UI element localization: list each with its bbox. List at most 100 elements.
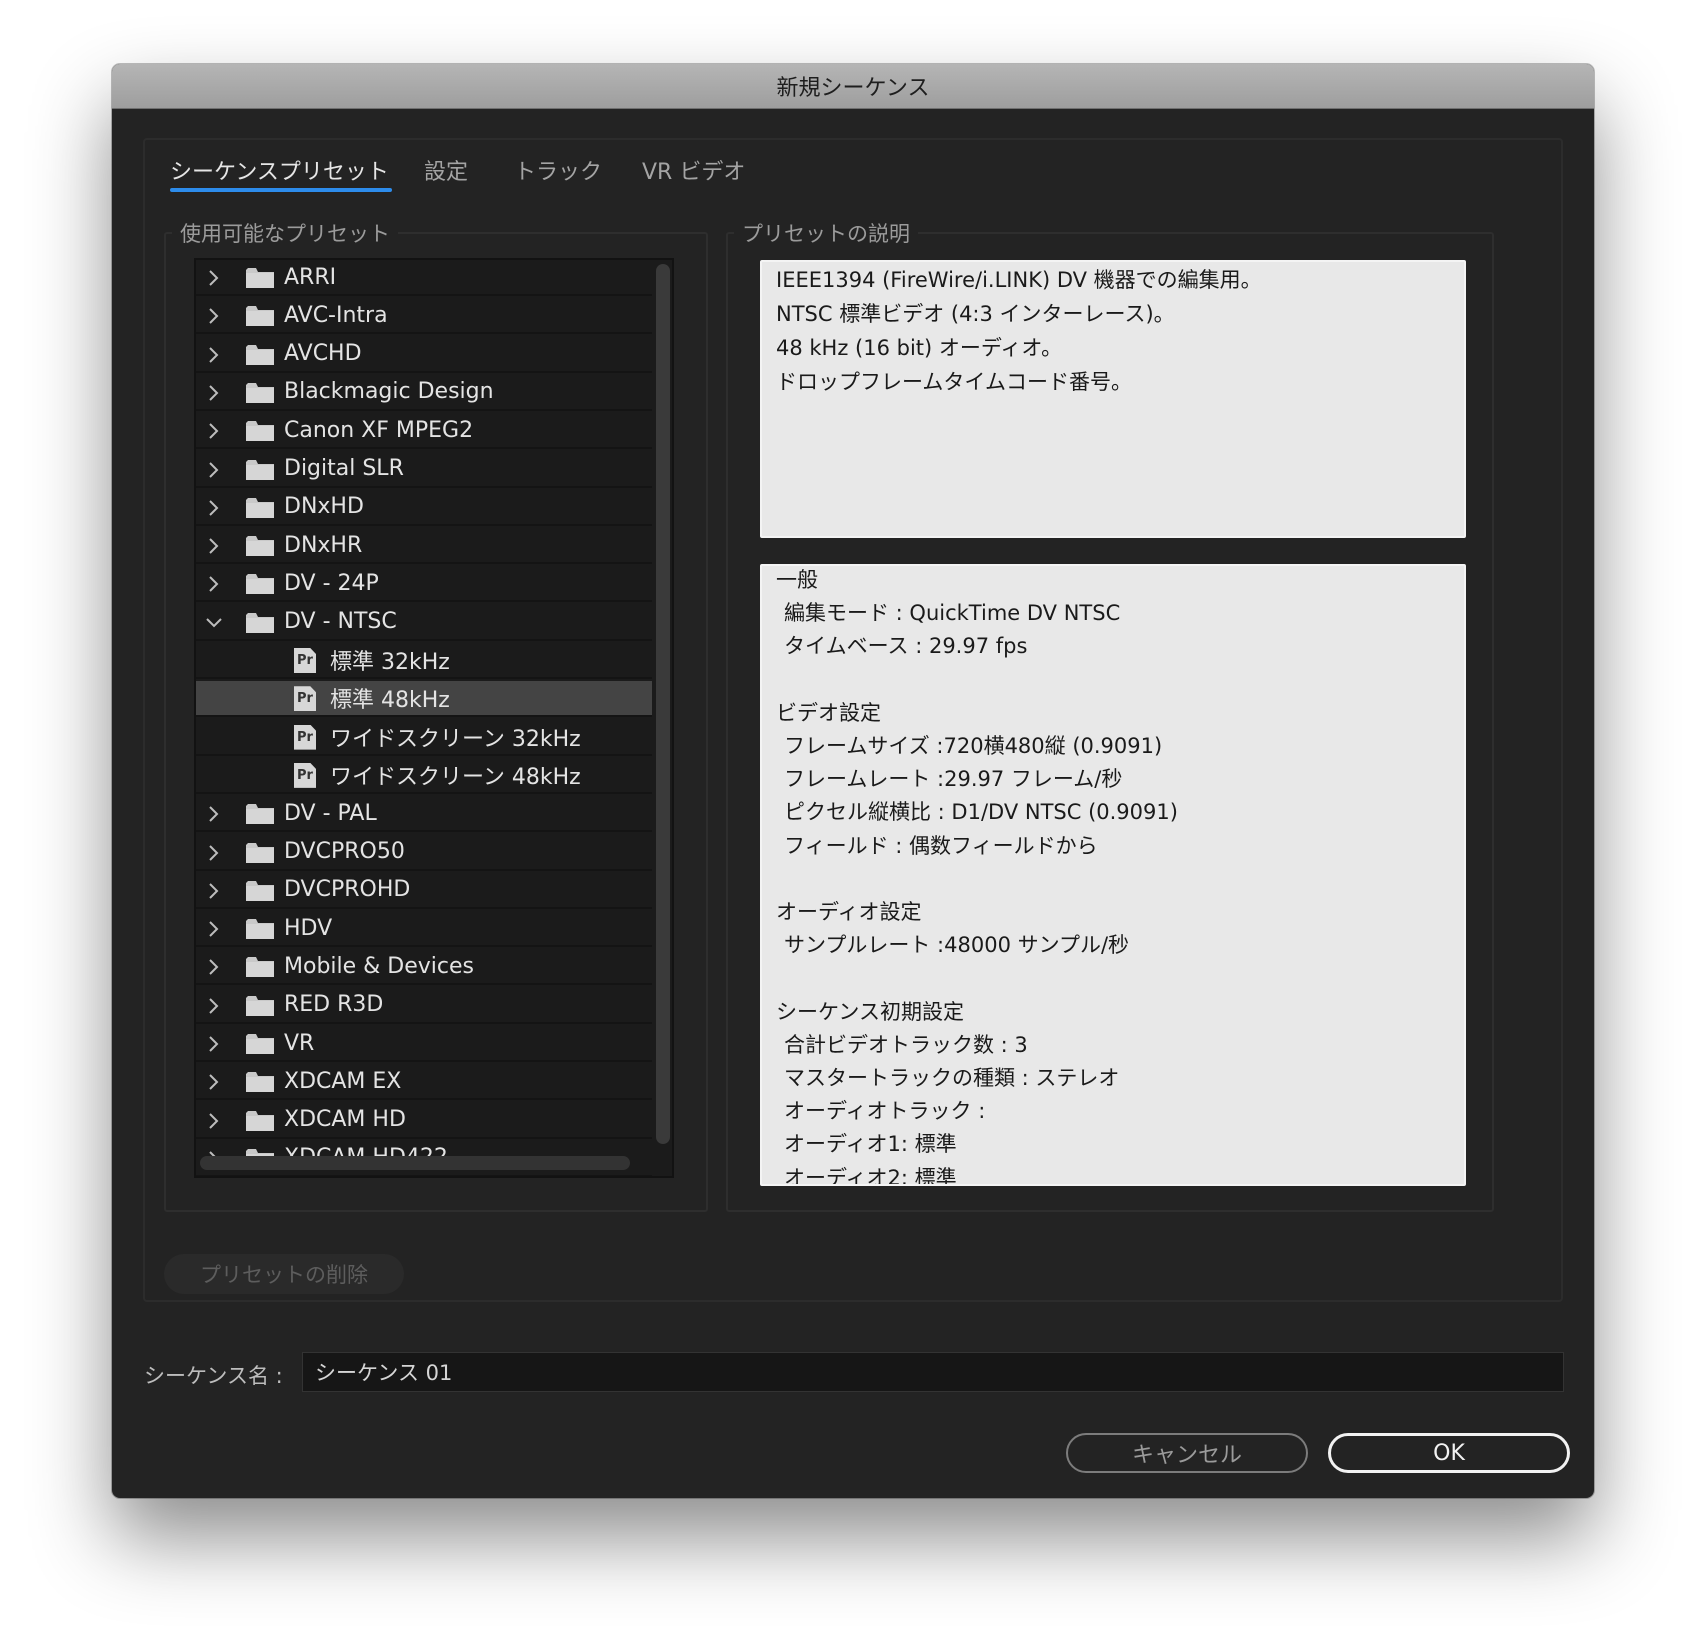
folder-icon [246,1034,274,1054]
preset-label: DV - PAL [284,800,377,826]
chevron-right-icon[interactable] [206,882,222,900]
preset-label: XDCAM HD [284,1107,406,1133]
folder-icon [246,1072,274,1093]
premiere-preset-icon: Pr [294,762,316,788]
preset-label: ワイドスクリーン 48kHz [330,764,581,790]
sequence-name-label: シーケンス名 : [144,1364,283,1388]
info-line: オーディオ設定 [776,900,922,924]
preset-tree-horizontal-scrollbar[interactable] [200,1156,630,1170]
preset-folder-row[interactable]: DV - PAL [196,796,652,833]
preset-folder-row[interactable]: Blackmagic Design [196,375,652,411]
tab-settings[interactable]: 設定 [424,154,468,186]
info-line: マスタートラックの種類 : ステレオ [784,1066,1120,1090]
folder-icon [246,1110,274,1131]
description-line: IEEE1394 (FireWire/i.LINK) DV 機器での編集用。 [776,268,1262,292]
preset-folder-row[interactable]: XDCAM EX [196,1064,652,1101]
window-title: 新規シーケンス [112,64,1594,109]
delete-preset-button[interactable]: プリセットの削除 [164,1254,404,1294]
preset-tree[interactable]: XDCAM HD422XDCAM HDXDCAM EXVRRED R3DMobi… [194,258,674,1178]
preset-label: HDV [284,915,333,941]
folder-icon [246,804,274,825]
preset-tree-vertical-scrollbar[interactable] [656,264,670,1144]
preset-folder-row[interactable]: VR [196,1026,652,1062]
preset-folder-row[interactable]: HDV [196,911,652,948]
folder-icon [246,574,274,595]
chevron-right-icon[interactable] [206,269,222,287]
preset-label: Canon XF MPEG2 [284,417,474,443]
preset-row[interactable]: Pr 標準 48kHz [196,681,652,718]
preset-label: DNxHR [284,532,363,558]
preset-label: DV - 24P [284,570,379,596]
chevron-right-icon[interactable] [206,422,222,440]
preset-folder-row[interactable]: ARRI [196,260,652,296]
info-line: 編集モード : QuickTime DV NTSC [784,601,1121,626]
info-line: 一般 [776,568,818,592]
folder-icon [246,382,274,403]
preset-folder-row[interactable]: RED R3D [196,988,652,1024]
chevron-right-icon[interactable] [206,958,222,976]
preset-description-text: IEEE1394 (FireWire/i.LINK) DV 機器での編集用。 NT… [760,260,1466,538]
folder-icon [246,995,274,1016]
preset-folder-row[interactable]: Canon XF MPEG2 [196,413,652,450]
chevron-right-icon[interactable] [206,920,222,938]
cancel-button[interactable]: キャンセル [1066,1433,1308,1473]
preset-folder-row[interactable]: DV - 24P [196,566,652,603]
chevron-right-icon[interactable] [206,537,222,555]
description-line: ドロップフレームタイムコード番号。 [776,370,1132,394]
chevron-right-icon[interactable] [206,805,222,823]
folder-icon [246,459,274,480]
chevron-down-icon[interactable] [206,614,222,632]
preset-folder-row[interactable]: DNxHR [196,528,652,565]
tab-sequence-presets[interactable]: シーケンスプリセット [170,154,389,186]
chevron-right-icon[interactable] [206,1035,222,1053]
info-line: 合計ビデオトラック数 : 3 [784,1032,1028,1057]
info-line: オーディオ2: 標準 [784,1165,957,1186]
preset-folder-row[interactable]: DVCPROHD [196,873,652,909]
chevron-right-icon[interactable] [206,461,222,479]
preset-label: VR [284,1030,315,1056]
tab-tracks[interactable]: トラック [514,154,602,186]
chevron-right-icon[interactable] [206,997,222,1015]
folder-icon [246,880,274,901]
chevron-right-icon[interactable] [206,1112,222,1130]
chevron-right-icon[interactable] [206,346,222,364]
preset-row[interactable]: Pr ワイドスクリーン 32kHz [196,720,652,756]
active-tab-indicator [170,188,392,192]
ok-button[interactable]: OK [1328,1433,1570,1473]
preset-label: XDCAM EX [284,1068,402,1094]
folder-icon [246,497,274,518]
folder-icon [246,421,274,442]
info-line: フレームレート :29.97 フレーム/秒 [784,767,1123,792]
chevron-right-icon[interactable] [206,384,222,402]
info-line: タイムベース : 29.97 fps [784,634,1028,659]
preset-folder-row[interactable]: AVC-Intra [196,298,652,335]
preset-folder-row[interactable]: AVCHD [196,337,652,373]
chevron-right-icon[interactable] [206,1073,222,1091]
preset-label: DVCPRO50 [284,839,405,864]
info-line: サンプルレート :48000 サンプル/秒 [784,933,1130,958]
preset-label: ARRI [284,264,337,290]
folder-icon [246,536,274,557]
preset-folder-row[interactable]: DNxHD [196,490,652,526]
chevron-right-icon[interactable] [206,307,222,325]
info-line: フィールド : 偶数フィールドから [784,833,1098,858]
preset-folder-row[interactable]: DV - NTSC [196,605,652,641]
chevron-right-icon[interactable] [206,575,222,593]
folder-icon [246,957,274,978]
preset-folder-row[interactable]: Digital SLR [196,452,652,488]
folder-icon [246,842,274,863]
sequence-name-input[interactable] [302,1352,1564,1392]
preset-folder-row[interactable]: XDCAM HD [196,1103,652,1139]
preset-folder-row[interactable]: Mobile & Devices [196,949,652,986]
preset-label: AVCHD [284,341,362,367]
preset-label: Mobile & Devices [284,953,475,979]
info-line: オーディオ1: 標準 [784,1132,957,1157]
chevron-right-icon[interactable] [206,499,222,517]
chevron-right-icon[interactable] [206,844,222,862]
preset-row[interactable]: Pr ワイドスクリーン 48kHz [196,758,652,794]
preset-label: DV - NTSC [284,609,397,635]
tab-vr-video[interactable]: VR ビデオ [642,154,745,186]
preset-row[interactable]: Pr 標準 32kHz [196,643,652,679]
preset-info-text: 一般編集モード : QuickTime DV NTSC タイムベース : 29.9… [760,564,1466,1186]
preset-folder-row[interactable]: DVCPRO50 [196,835,652,871]
